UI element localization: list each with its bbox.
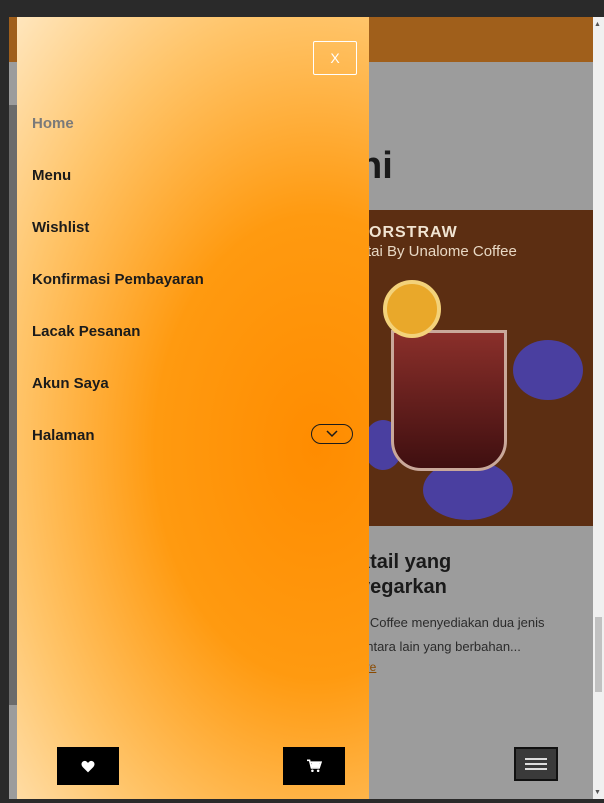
article-excerpt-line: e Coffee menyediakan dua jenis <box>359 615 545 630</box>
article-title-line: yegarkan <box>359 576 447 598</box>
nav-item-home[interactable]: Home <box>32 115 74 132</box>
close-drawer-button[interactable]: X <box>313 41 357 75</box>
lemon-slice-image <box>383 280 441 338</box>
wishlist-button[interactable] <box>57 747 119 785</box>
expand-submenu-button[interactable] <box>311 424 353 444</box>
hamburger-icon <box>525 763 547 765</box>
cocktail-glass-image <box>391 330 507 471</box>
promo-subtitle: tai By Unalome Coffee <box>367 243 517 260</box>
nav-item-menu[interactable]: Menu <box>32 167 71 184</box>
scroll-down-arrow-icon[interactable]: ▼ <box>594 789 601 796</box>
promo-title: ORSTRAW <box>369 224 458 241</box>
promo-image[interactable]: ORSTRAW tai By Unalome Coffee <box>363 210 593 526</box>
nav-item-wishlist[interactable]: Wishlist <box>32 219 89 236</box>
page-scrollbar[interactable]: ▲ ▼ <box>593 17 604 799</box>
nav-item-halaman[interactable]: Halaman <box>32 427 95 444</box>
navigation-drawer: X Home Menu Wishlist Konfirmasi Pembayar… <box>17 17 369 799</box>
nav-item-lacak-pesanan[interactable]: Lacak Pesanan <box>32 323 140 340</box>
scrollbar-thumb[interactable] <box>595 617 602 692</box>
chevron-down-icon <box>326 430 338 438</box>
cart-icon <box>307 759 322 773</box>
scroll-up-arrow-icon[interactable]: ▲ <box>594 21 601 28</box>
flower-decoration <box>513 340 583 400</box>
cart-button[interactable] <box>283 747 345 785</box>
nav-item-akun-saya[interactable]: Akun Saya <box>32 375 109 392</box>
article-excerpt: e Coffee menyediakan dua jenis antara la… <box>359 611 545 659</box>
article-title-line: ktail yang <box>359 551 452 573</box>
nav-item-konfirmasi-pembayaran[interactable]: Konfirmasi Pembayaran <box>32 271 204 288</box>
article-excerpt-line: antara lain yang berbahan... <box>359 639 521 654</box>
heart-icon <box>81 760 95 772</box>
article-title[interactable]: ktail yang yegarkan <box>359 550 451 600</box>
hamburger-menu-button[interactable] <box>514 747 558 781</box>
